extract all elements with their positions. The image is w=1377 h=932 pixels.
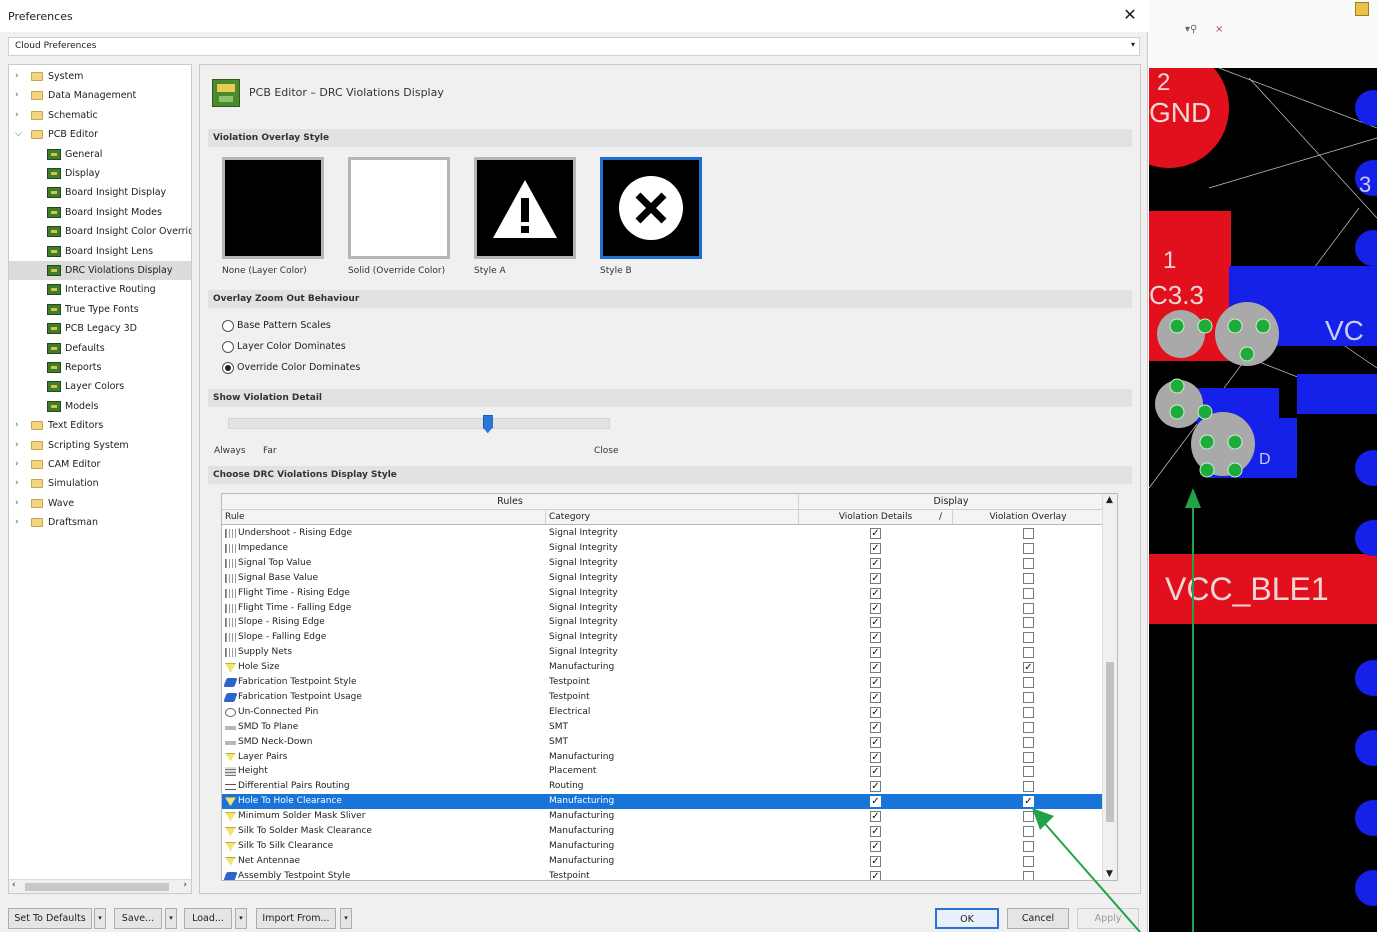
annotation-arrow-diagonal: [1039, 817, 1141, 932]
arrow-head-up: [1185, 488, 1201, 508]
arrow-head-diagonal: [1032, 808, 1054, 830]
annotation-arrows: [1032, 488, 1201, 932]
